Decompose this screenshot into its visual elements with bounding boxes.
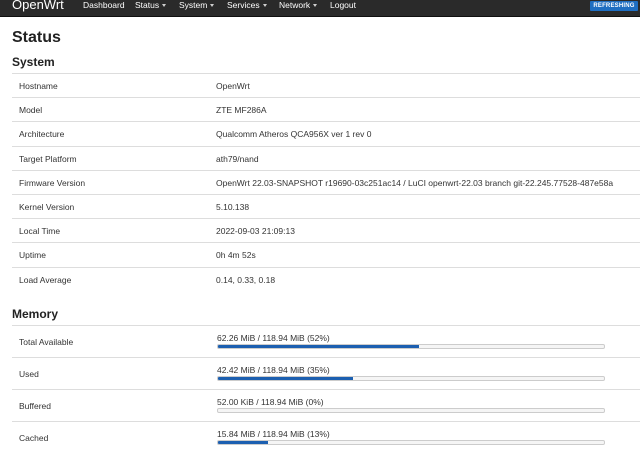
system-table: Hostname OpenWrt Model ZTE MF286A Archit… [12, 73, 640, 291]
progress-bar [217, 376, 605, 381]
memory-usage-text: 42.42 MiB / 118.94 MiB (35%) [217, 365, 330, 375]
chevron-down-icon [262, 4, 267, 7]
nav-system-label: System [179, 0, 208, 10]
row-label: Total Available [19, 337, 74, 347]
nav-network[interactable]: Network [279, 0, 318, 13]
brand-logo[interactable]: OpenWrt [12, 0, 64, 13]
row-value: OpenWrt 22.03-SNAPSHOT r19690-03c251ac14… [216, 177, 614, 188]
row-value: Qualcomm Atheros QCA956X ver 1 rev 0 [216, 129, 372, 140]
memory-usage-text: 15.84 MiB / 118.94 MiB (13%) [217, 429, 330, 439]
top-navbar: OpenWrt Dashboard Status System Services… [0, 0, 640, 17]
row-label: Model [19, 105, 43, 116]
table-row-model: Model ZTE MF286A [12, 97, 640, 121]
nav-system[interactable]: System [179, 0, 215, 13]
progress-fill [218, 377, 354, 380]
nav-logout[interactable]: Logout [330, 0, 356, 13]
chevron-down-icon [210, 4, 215, 7]
nav-dashboard[interactable]: Dashboard [83, 0, 125, 13]
chevron-down-icon [162, 4, 167, 7]
row-label: Firmware Version [19, 177, 86, 188]
table-row-kernel-version: Kernel Version 5.10.138 [12, 193, 640, 218]
row-value: OpenWrt [216, 81, 250, 91]
table-row-firmware-version: Firmware Version OpenWrt 22.03-SNAPSHOT … [12, 169, 640, 194]
row-label: Target Platform [19, 153, 77, 164]
table-row-load-average: Load Average 0.14, 0.33, 0.18 [12, 266, 640, 291]
table-row-used: Used 42.42 MiB / 118.94 MiB (35%) [12, 357, 640, 389]
row-label: Hostname [19, 81, 58, 91]
table-row-uptime: Uptime 0h 4m 52s [12, 242, 640, 266]
progress-bar [217, 344, 605, 349]
nav-logout-label: Logout [330, 0, 356, 10]
progress-bar [217, 440, 605, 445]
memory-usage-text: 52.00 KiB / 118.94 MiB (0%) [217, 397, 324, 407]
nav-status[interactable]: Status [135, 0, 167, 13]
section-title-system: System [12, 55, 55, 69]
nav-services-label: Services [227, 0, 260, 10]
row-label: Architecture [19, 129, 65, 140]
memory-table: Total Available 62.26 MiB / 118.94 MiB (… [12, 325, 640, 453]
page-title: Status [12, 29, 61, 46]
table-row-hostname: Hostname OpenWrt [12, 73, 640, 97]
nav-dashboard-label: Dashboard [83, 0, 125, 10]
table-row-buffered: Buffered 52.00 KiB / 118.94 MiB (0%) [12, 389, 640, 421]
table-row-target-platform: Target Platform ath79/nand [12, 145, 640, 170]
progress-fill [218, 345, 419, 348]
row-label: Cached [19, 433, 49, 443]
chevron-down-icon [313, 4, 318, 7]
row-label: Uptime [19, 250, 46, 261]
row-value: ath79/nand [216, 153, 259, 164]
table-row-cached: Cached 15.84 MiB / 118.94 MiB (13%) [12, 421, 640, 453]
row-label: Load Average [19, 274, 72, 285]
table-row-local-time: Local Time 2022-09-03 21:09:13 [12, 218, 640, 242]
nav-status-label: Status [135, 0, 160, 10]
progress-bar [217, 408, 605, 413]
row-label: Kernel Version [19, 201, 75, 212]
row-label: Buffered [19, 401, 51, 411]
row-value: 0h 4m 52s [216, 250, 256, 261]
refreshing-badge[interactable]: REFRESHING [590, 1, 638, 11]
table-row-architecture: Architecture Qualcomm Atheros QCA956X ve… [12, 121, 640, 145]
nav-services[interactable]: Services [227, 0, 267, 13]
section-title-memory: Memory [12, 307, 59, 321]
row-label: Used [19, 369, 39, 379]
row-label: Local Time [19, 226, 61, 237]
row-value: 0.14, 0.33, 0.18 [216, 274, 276, 285]
row-value: ZTE MF286A [216, 105, 267, 116]
progress-fill [218, 441, 269, 444]
memory-usage-text: 62.26 MiB / 118.94 MiB (52%) [217, 333, 330, 343]
nav-network-label: Network [279, 0, 311, 10]
row-value: 5.10.138 [216, 201, 250, 212]
table-row-total-available: Total Available 62.26 MiB / 118.94 MiB (… [12, 325, 640, 357]
row-value: 2022-09-03 21:09:13 [216, 226, 295, 237]
